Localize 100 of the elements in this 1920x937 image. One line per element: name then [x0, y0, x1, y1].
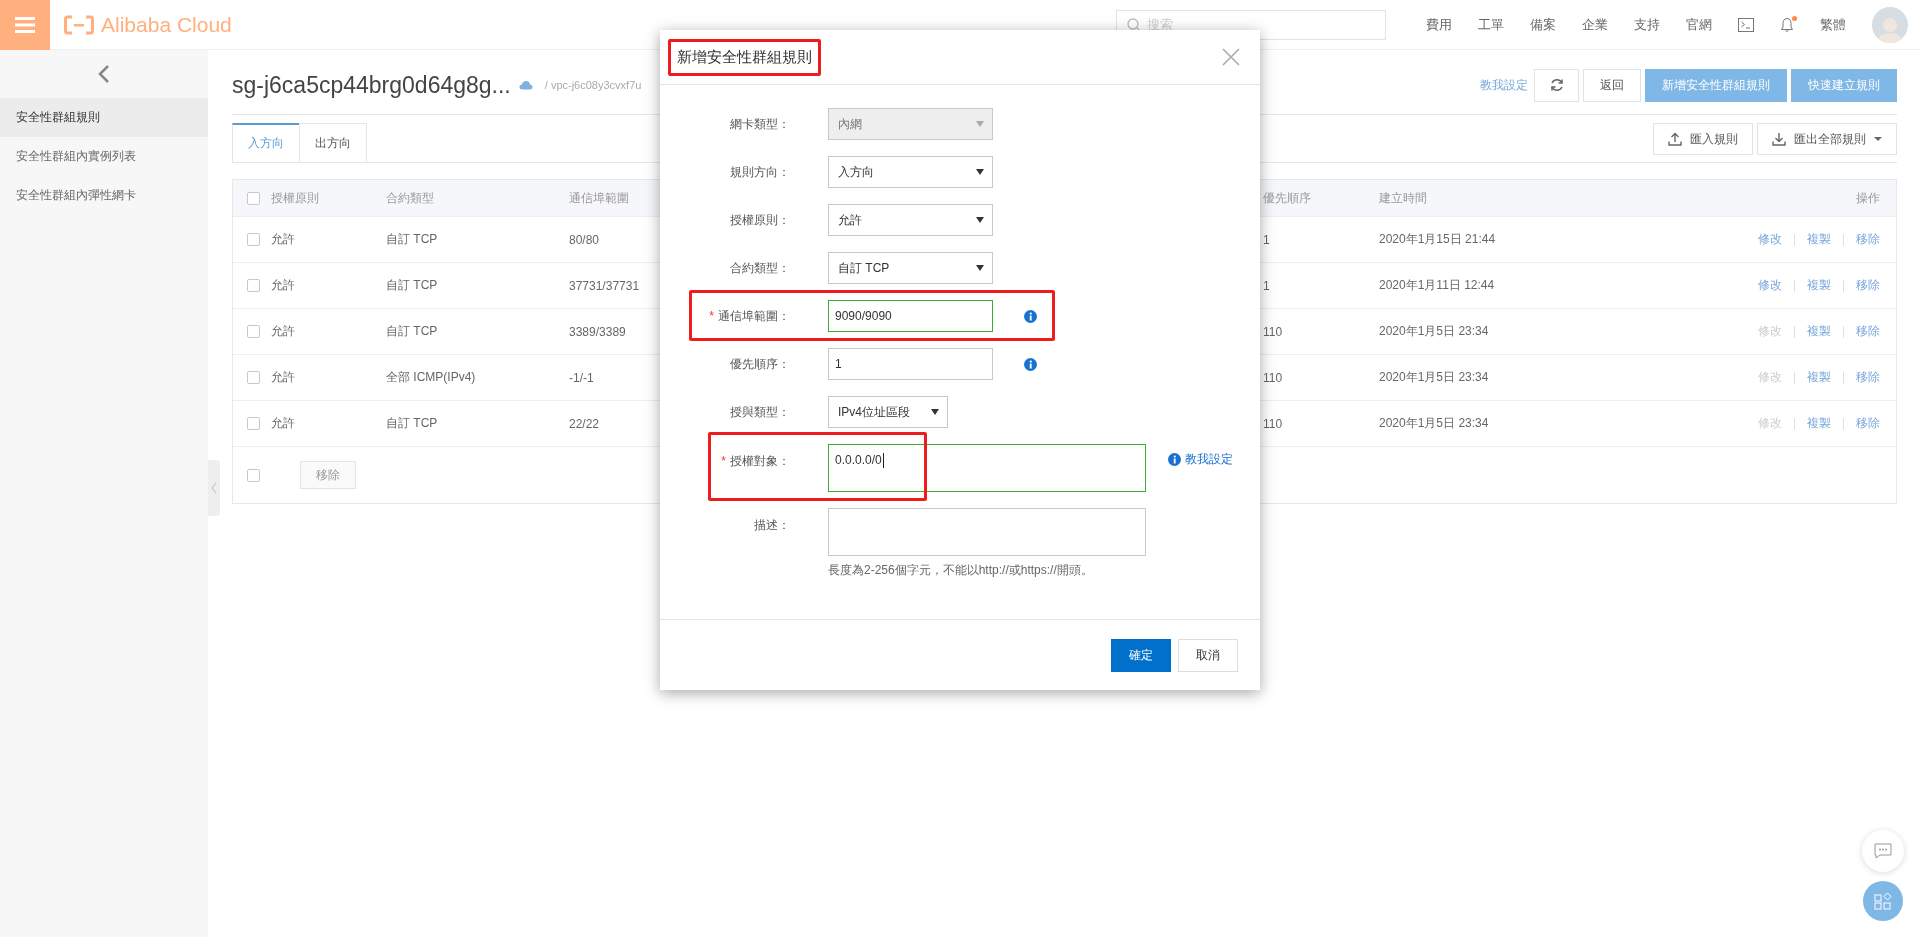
table-cell: 22/22 [569, 416, 600, 431]
info-icon [1168, 453, 1181, 466]
table-cell: 110 [1263, 370, 1283, 385]
field-label: 合約類型： [730, 260, 790, 275]
column-header: 合約類型 [386, 180, 569, 216]
field-label: 網卡類型： [730, 116, 790, 131]
action-link[interactable]: 複製 [1807, 369, 1831, 386]
table-cell: 全部 ICMP(IPv4) [386, 369, 476, 386]
action-link[interactable]: 複製 [1807, 415, 1831, 432]
action-link[interactable]: 移除 [1856, 277, 1880, 294]
tab[interactable]: 出方向 [299, 123, 367, 162]
checkbox[interactable] [247, 279, 260, 292]
dialog-button[interactable]: 取消 [1178, 638, 1238, 672]
required-mark: * [709, 308, 714, 323]
chevron-left-icon [211, 482, 217, 494]
close-icon[interactable] [1222, 48, 1240, 66]
table-cell: 自訂 TCP [386, 323, 438, 340]
select-field[interactable]: IPv4位址區段 [828, 396, 948, 428]
tab[interactable]: 入方向 [232, 123, 300, 162]
table-cell: 自訂 TCP [386, 231, 438, 248]
table-cell: 自訂 TCP [386, 277, 438, 294]
input-field[interactable]: 9090/9090 [828, 300, 993, 332]
sidebar-item[interactable]: 安全性群組內彈性網卡 [0, 176, 208, 215]
table-cell: -1/-1 [569, 370, 594, 385]
table-cell: 110 [1263, 416, 1283, 431]
action-link[interactable]: 移除 [1856, 323, 1880, 340]
nav-link[interactable]: 企業 [1582, 15, 1608, 34]
table-cell: 37731/37731 [569, 278, 640, 293]
dropdown-arrow-icon [976, 121, 984, 127]
language-link[interactable]: 繁體 [1820, 15, 1846, 34]
sidebar-item[interactable]: 安全性群組規則 [0, 98, 208, 137]
header-button[interactable]: 返回 [1583, 68, 1641, 102]
field-label: 描述： [754, 518, 790, 532]
column-header: 授權原則 [271, 180, 386, 216]
back-chevron-icon[interactable] [98, 64, 110, 84]
select-field[interactable]: 允許 [828, 204, 993, 236]
table-cell: 1 [1263, 278, 1270, 293]
caret-icon [1874, 137, 1882, 141]
refresh-icon [1549, 78, 1564, 92]
input-field[interactable]: 1 [828, 348, 993, 380]
action-link[interactable]: 移除 [1856, 415, 1880, 432]
checkbox[interactable] [247, 417, 260, 430]
table-cell: 允許 [271, 369, 295, 386]
text-area-field[interactable]: 0.0.0.0/0 [828, 444, 1146, 492]
action-link[interactable]: 移除 [1856, 231, 1880, 248]
dropdown-arrow-icon [931, 409, 939, 415]
tool-button[interactable]: 匯出全部規則 [1757, 123, 1897, 155]
action-link[interactable]: 修改 [1758, 277, 1782, 294]
table-cell: 2020年1月15日 21:44 [1379, 231, 1496, 248]
sidebar-item[interactable]: 安全性群組內實例列表 [0, 137, 208, 176]
terminal-icon[interactable] [1738, 17, 1754, 32]
select-field[interactable]: 入方向 [828, 156, 993, 188]
chat-button[interactable] [1862, 830, 1904, 872]
table-cell: 允許 [271, 415, 295, 432]
refresh-button[interactable] [1534, 68, 1579, 102]
collapse-handle[interactable] [208, 460, 220, 516]
action-link[interactable]: 複製 [1807, 323, 1831, 340]
nav-link[interactable]: 官網 [1686, 15, 1712, 34]
checkbox[interactable] [247, 468, 260, 482]
table-cell: 允許 [271, 323, 295, 340]
table-cell: 1 [1263, 232, 1270, 247]
dropdown-arrow-icon [976, 217, 984, 223]
help-link[interactable]: 教我設定 [1168, 444, 1233, 468]
page-title: sg-j6ca5cp44brg0d64g8g... [232, 71, 511, 99]
apps-button[interactable] [1863, 881, 1903, 921]
nav-link[interactable]: 支持 [1634, 15, 1660, 34]
dropdown-arrow-icon [976, 265, 984, 271]
table-cell: 3389/3389 [569, 324, 626, 339]
column-header: 建立時間 [1379, 180, 1696, 216]
checkbox[interactable] [247, 191, 260, 205]
checkbox[interactable] [247, 233, 260, 246]
table-cell: 2020年1月11日 12:44 [1379, 277, 1495, 294]
table-cell: 2020年1月5日 23:34 [1379, 415, 1489, 432]
bell-icon[interactable] [1780, 16, 1794, 33]
nav-link[interactable]: 工單 [1478, 15, 1504, 34]
field-label: 優先順序： [730, 356, 790, 371]
avatar[interactable] [1872, 6, 1908, 43]
action-link[interactable]: 複製 [1807, 277, 1831, 294]
checkbox[interactable] [247, 371, 260, 384]
chat-icon [1874, 843, 1892, 859]
nav-link[interactable]: 備案 [1530, 15, 1556, 34]
tool-button[interactable]: 匯入規則 [1653, 123, 1753, 155]
column-header: 優先順序 [1263, 180, 1379, 216]
action-link[interactable]: 修改 [1758, 231, 1782, 248]
dialog-button[interactable]: 確定 [1111, 638, 1171, 672]
select-field[interactable]: 自訂 TCP [828, 252, 993, 284]
text-area-field[interactable] [828, 508, 1146, 556]
required-mark: * [721, 454, 726, 468]
menu-button[interactable] [0, 0, 50, 50]
action-link[interactable]: 複製 [1807, 231, 1831, 248]
help-link[interactable]: 教我設定 [1480, 76, 1528, 94]
field-label: 規則方向： [730, 164, 790, 179]
checkbox[interactable] [247, 325, 260, 338]
nav-link[interactable]: 費用 [1426, 15, 1452, 34]
logo-icon [64, 14, 94, 35]
action-link[interactable]: 移除 [1856, 369, 1880, 386]
column-header: 操作 [1696, 180, 1896, 216]
table-cell: 自訂 TCP [386, 415, 438, 432]
dropdown-arrow-icon [976, 169, 984, 175]
hint-text: 長度為2-256個字元，不能以http://或https://開頭。 [828, 562, 1094, 579]
